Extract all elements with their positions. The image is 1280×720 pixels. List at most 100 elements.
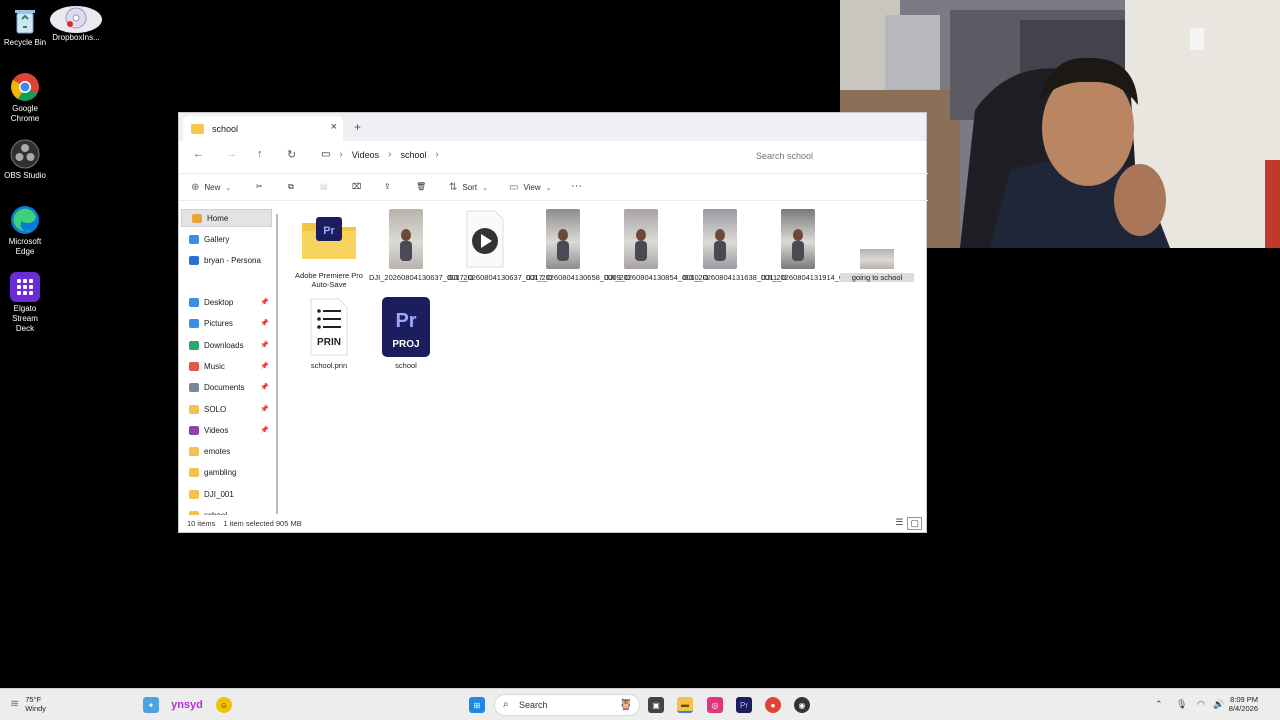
view-button[interactable]: ▭ View ⌄	[509, 182, 552, 193]
desktop-icon-edge[interactable]: Microsoft Edge	[2, 205, 48, 257]
sidebar-item-music[interactable]: Music 📌	[179, 357, 271, 375]
file-item[interactable]: PRIN school.prin	[292, 297, 366, 370]
chevron-up-icon[interactable]: ⌃	[1155, 699, 1163, 710]
delete-icon[interactable]: 🗑	[416, 182, 426, 191]
desktop-icon-recycle-bin[interactable]: Recycle Bin	[2, 6, 48, 48]
pictures-icon	[189, 318, 199, 328]
selection-info: 1 item selected 905 MB	[223, 519, 302, 528]
sidebar-item-documents[interactable]: Documents 📌	[179, 378, 271, 396]
sidebar-item-gallery[interactable]: Gallery	[179, 230, 271, 248]
more-options-button[interactable]: ···	[571, 180, 582, 192]
sidebar-item-emotes[interactable]: emotes	[179, 442, 271, 460]
share-icon[interactable]: ⇪	[384, 182, 391, 191]
paste-icon[interactable]: ▤	[320, 182, 328, 191]
view-toggle: ☰ ▢	[895, 517, 922, 530]
video-thumbnail	[624, 209, 658, 269]
cut-icon[interactable]: ✂	[256, 182, 263, 191]
file-name: DJI_20260804130637_0017_D	[369, 273, 474, 282]
sidebar-item-pictures[interactable]: Pictures 📌	[179, 314, 271, 332]
command-bar: ⊕ New ⌄ ✂ ⧉ ▤ ⌧ ⇪ 🗑 ⇅ Sort ⌄ ▭ View ⌄ ··…	[179, 173, 928, 201]
wifi-icon[interactable]: ◠	[1197, 699, 1205, 710]
news-badge-icon[interactable]: ynsyd	[165, 697, 209, 713]
folder-icon	[189, 489, 199, 499]
clock[interactable]: 8:09 PM 8/4/2026	[1229, 695, 1258, 713]
volume-icon[interactable]: 🔊	[1213, 699, 1224, 710]
file-item[interactable]: Pr PROJ school	[369, 297, 443, 370]
file-item[interactable]: Pr Adobe Premiere Pro Auto-Save	[292, 209, 366, 289]
tiles-view-icon[interactable]: ▢	[907, 517, 922, 530]
chevron-down-icon: ⌄	[545, 184, 552, 192]
video-thumbnail	[781, 209, 815, 269]
video-thumbnail	[389, 209, 423, 269]
copy-icon[interactable]: ⧉	[288, 182, 294, 192]
monitor-icon[interactable]: ▭	[321, 149, 330, 160]
desktop-icon-stream-deck[interactable]: Elgato Stream Deck	[2, 272, 48, 334]
new-button[interactable]: ⊕ New ⌄	[191, 182, 231, 193]
sidebar-item-dji-001[interactable]: DJI_001	[179, 485, 271, 503]
obs-taskbar-icon[interactable]: ◉	[794, 697, 810, 713]
details-view-icon[interactable]: ☰	[895, 517, 903, 530]
chevron-right-icon[interactable]: ›	[388, 149, 391, 160]
view-label: View	[523, 183, 541, 192]
sidebar-item-downloads[interactable]: Downloads 📌	[179, 336, 271, 354]
new-tab-button[interactable]: +	[354, 120, 361, 134]
file-item[interactable]: DJI_20260804130637_0017_D	[448, 209, 552, 282]
videos-icon	[189, 425, 199, 435]
start-icon[interactable]: ⊞	[469, 697, 485, 713]
app-pink-icon[interactable]: ◎	[707, 697, 723, 713]
taskbar-search[interactable]: ⌕ Search 🦉	[494, 694, 640, 716]
file-item[interactable]: DJI_20260804130854_0010_D	[604, 209, 708, 282]
widget-icon[interactable]: ✦	[143, 697, 159, 713]
refresh-icon[interactable]: ↻	[287, 148, 296, 161]
file-item[interactable]: DJI_20260804130637_0017_D	[369, 209, 474, 282]
file-item[interactable]: DJI_20260804131638_0011_D	[683, 209, 787, 282]
desktop-icon-dropbox-installer[interactable]: DropboxIns...	[50, 6, 102, 43]
file-item[interactable]: going to school	[840, 209, 914, 282]
file-explorer-icon[interactable]: ▬	[677, 697, 693, 713]
search-input[interactable]	[749, 146, 929, 166]
sidebar-item-solo[interactable]: SOLO 📌	[179, 400, 271, 418]
chevron-right-icon[interactable]: ›	[436, 149, 439, 160]
navigation-pane: Home Gallery bryan - Persona Desktop 📌 Pictur…	[179, 205, 279, 515]
video-thumbnail	[703, 209, 737, 269]
sidebar-item-home[interactable]: Home	[181, 209, 272, 227]
up-arrow-icon[interactable]: ↑	[257, 148, 263, 160]
premiere-pro-icon[interactable]: Pr	[736, 697, 752, 713]
file-item[interactable]: DJI_20260804130658_0009_D	[526, 209, 630, 282]
premiere-folder-icon: Pr	[300, 209, 358, 267]
file-item[interactable]: DJI_20260804131914_0012_D	[761, 209, 865, 282]
onedrive-icon	[189, 255, 199, 265]
sidebar-item-label: Videos	[204, 425, 229, 435]
file-name: going to school	[840, 273, 914, 282]
breadcrumb-videos[interactable]: Videos	[352, 150, 379, 160]
emoji-icon[interactable]: ☺	[216, 697, 232, 713]
back-arrow-icon[interactable]: ←	[193, 148, 204, 160]
sidebar-item-label: Pictures	[204, 318, 233, 328]
forward-arrow-icon[interactable]: →	[226, 148, 237, 160]
sidebar-item-label: SOLO	[204, 404, 227, 414]
sidebar-item-videos[interactable]: Videos 📌	[179, 421, 271, 439]
chevron-right-icon[interactable]: ›	[339, 149, 342, 160]
sidebar-item-label: Downloads	[204, 340, 244, 350]
sidebar-item-gambling[interactable]: gambling	[179, 463, 271, 481]
nav-scrollbar[interactable]	[276, 214, 278, 514]
file-name: DJI_20260804131638_0011_D	[683, 273, 787, 282]
sidebar-item-school[interactable]: school	[179, 506, 271, 515]
sidebar-item-desktop[interactable]: Desktop 📌	[179, 293, 271, 311]
desktop-icon-chrome[interactable]: Google Chrome	[2, 72, 48, 124]
tab-bar: school × +	[179, 113, 926, 141]
weather-widget[interactable]: ≋ 75°F Windy	[10, 695, 46, 713]
task-view-icon[interactable]: ▣	[648, 697, 664, 713]
sort-button[interactable]: ⇅ Sort ⌄	[449, 182, 488, 193]
desktop-icon-obs[interactable]: OBS Studio	[2, 139, 48, 181]
chrome-taskbar-icon[interactable]: ●	[765, 697, 781, 713]
microphone-icon[interactable]: 🎙	[1176, 699, 1187, 710]
close-tab-icon[interactable]: ×	[331, 121, 337, 133]
sidebar-item-label: gambling	[204, 467, 237, 477]
rename-icon[interactable]: ⌧	[352, 182, 361, 191]
sidebar-item-label: Gallery	[204, 234, 230, 244]
tab-school[interactable]: school ×	[183, 116, 343, 141]
sidebar-item-bryan-persona[interactable]: bryan - Persona	[179, 251, 271, 269]
pin-icon: 📌	[260, 320, 269, 327]
breadcrumb-school[interactable]: school	[401, 150, 427, 160]
